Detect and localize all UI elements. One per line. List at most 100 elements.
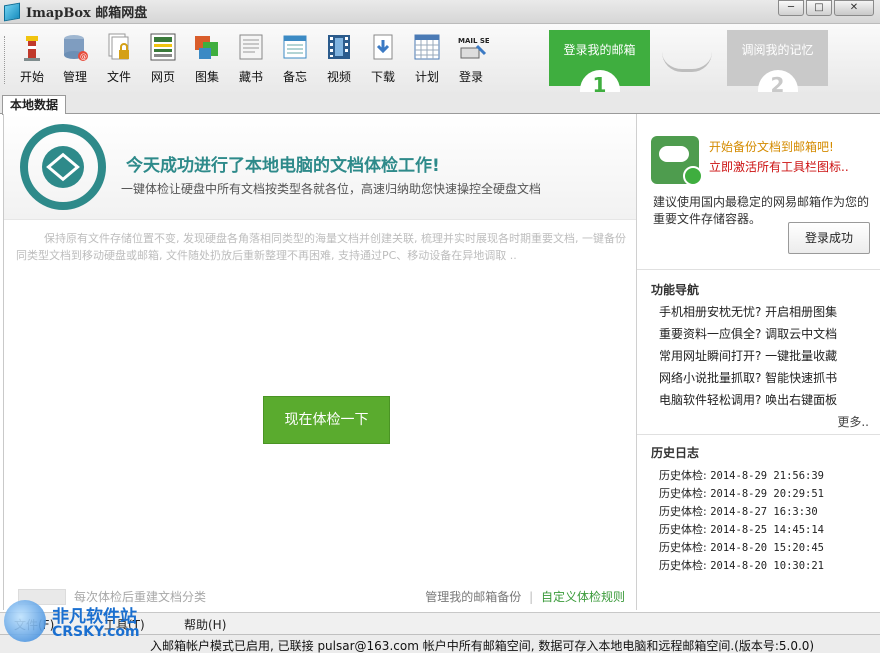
nav-item[interactable]: 手机相册安枕无忧? 开启相册图集 — [659, 303, 837, 320]
cloud-backup-icon — [651, 136, 703, 186]
function-nav-section: 功能导航 手机相册安枕无忧? 开启相册图集 重要资料一应俱全? 调取云中文档 常… — [637, 271, 880, 435]
feature-description: 保持原有文件存储位置不变, 发现硬盘各角落相同类型的海量文档并创建关联, 梳理并… — [16, 232, 626, 262]
step-login-mailbox-button[interactable]: 登录我的邮箱 1 — [549, 30, 650, 96]
history-label: 历史体检: — [659, 541, 707, 554]
close-button[interactable]: ✕ — [834, 0, 874, 16]
dropbox-sync-icon — [20, 124, 106, 210]
toolbar-login-button[interactable]: MAIL SERVER 登录 — [451, 32, 511, 85]
status-text: 入邮箱帐户模式已启用, 已联接 pulsar@163.com 帐户中所有邮箱空间… — [150, 639, 815, 653]
toolbar-video-label: 视频 — [326, 70, 351, 84]
step-view-memory-button[interactable]: 调阅我的记忆 2 — [727, 30, 828, 96]
hero-banner: 今天成功进行了本地电脑的文档体检工作! 一键体检让硬盘中所有文档按类型各就各位，… — [4, 114, 636, 220]
title-bar: ImapBox 邮箱网盘 ─ □ ✕ — [0, 0, 880, 24]
history-label: 历史体检: — [659, 523, 707, 536]
memo-icon — [281, 32, 309, 62]
manage-backup-link[interactable]: 管理我的邮箱备份 — [425, 590, 521, 604]
watermark-line-2: CRSKY.com — [52, 624, 140, 640]
app-logo-icon — [4, 2, 20, 21]
history-item[interactable]: 历史体检: 2014-8-27 16:3:30 — [659, 503, 818, 519]
history-time: 2014-8-25 14:45:14 — [710, 524, 825, 536]
bottom-links: 管理我的邮箱备份 | 自定义体检规则 — [425, 588, 625, 605]
more-link[interactable]: 更多.. — [837, 413, 869, 430]
nav-item[interactable]: 重要资料一应俱全? 调取云中文档 — [659, 325, 837, 342]
history-log-title: 历史日志 — [651, 446, 700, 460]
link-separator: | — [529, 590, 534, 604]
history-label: 历史体检: — [659, 505, 707, 518]
step-login-mailbox-label: 登录我的邮箱 — [563, 43, 636, 57]
step-view-memory-label: 调阅我的记忆 — [741, 43, 814, 57]
book-icon — [237, 32, 265, 62]
function-nav-title: 功能导航 — [651, 283, 700, 297]
watermark-logo-icon — [4, 600, 46, 642]
toolbar-download-label: 下载 — [370, 70, 395, 84]
mail-server-text: MAIL SERVER — [458, 37, 489, 45]
login-success-button[interactable]: 登录成功 — [788, 222, 870, 254]
window-controls: ─ □ ✕ — [776, 0, 874, 16]
history-time: 2014-8-20 10:30:21 — [710, 560, 825, 572]
promo-section: 开始备份文档到邮箱吧! 立即激活所有工具栏图标.. 建议使用国内最稳定的网易邮箱… — [637, 114, 880, 270]
history-label: 历史体检: — [659, 559, 707, 572]
webpage-icon — [149, 32, 177, 62]
toolbar-gallery-button[interactable]: 图集 — [187, 32, 227, 85]
nav-item[interactable]: 电脑软件轻松调用? 唤出右键面板 — [659, 391, 837, 408]
history-time: 2014-8-20 15:20:45 — [710, 542, 825, 554]
history-time: 2014-8-29 21:56:39 — [710, 470, 825, 482]
mail-server-icon: MAIL SERVER — [457, 32, 511, 62]
toolbar-start-label: 开始 — [19, 70, 44, 84]
toolbar-memo-button[interactable]: 备忘 — [275, 32, 315, 85]
menu-help[interactable]: 帮助(H) — [184, 616, 226, 633]
check-icon — [683, 166, 703, 186]
gallery-icon — [193, 32, 221, 62]
history-item[interactable]: 历史体检: 2014-8-20 15:20:45 — [659, 539, 824, 555]
file-lock-icon — [105, 32, 133, 62]
toolbar-manage-label: 管理 — [62, 70, 87, 84]
toolbar-gallery-label: 图集 — [194, 70, 219, 84]
toolbar-grip[interactable] — [4, 36, 7, 84]
site-watermark: 非凡软件站 CRSKY.com — [0, 594, 160, 652]
toolbar-start-button[interactable]: 开始 — [12, 32, 52, 85]
maximize-button[interactable]: □ — [806, 0, 832, 16]
app-title: ImapBox 邮箱网盘 — [26, 6, 148, 21]
toolbar-webpage-button[interactable]: 网页 — [143, 32, 183, 85]
tab-strip: 本地数据 — [0, 92, 880, 115]
toolbar-webpage-label: 网页 — [150, 70, 175, 84]
promo-line-1[interactable]: 开始备份文档到邮箱吧! — [709, 138, 834, 155]
custom-rules-link[interactable]: 自定义体检规则 — [541, 590, 625, 604]
nav-item[interactable]: 网络小说批量抓取? 智能快速抓书 — [659, 369, 837, 386]
nav-item[interactable]: 常用网址瞬间打开? 一键批量收藏 — [659, 347, 837, 364]
promo-line-2[interactable]: 立即激活所有工具栏图标.. — [709, 158, 849, 175]
history-log-section: 历史日志 历史体检: 2014-8-29 21:56:39 历史体检: 2014… — [637, 436, 880, 610]
history-item[interactable]: 历史体检: 2014-8-20 10:30:21 — [659, 557, 824, 573]
calendar-icon — [413, 32, 441, 62]
history-time: 2014-8-27 16:3:30 — [710, 506, 818, 518]
hero-subtitle: 一键体检让硬盘中所有文档按类型各就各位，高速归纳助您快速操控全硬盘文档 — [121, 182, 542, 196]
download-icon — [369, 32, 397, 62]
toolbar-download-button[interactable]: 下载 — [363, 32, 403, 85]
toolbar-manage-button[interactable]: @ 管理 — [55, 32, 95, 85]
history-item[interactable]: 历史体检: 2014-8-25 14:45:14 — [659, 521, 824, 537]
toolbar-plan-button[interactable]: 计划 — [407, 32, 447, 85]
toolbar-book-label: 藏书 — [238, 70, 263, 84]
history-label: 历史体检: — [659, 469, 707, 482]
history-time: 2014-8-29 20:29:51 — [710, 488, 825, 500]
hero-title: 今天成功进行了本地电脑的文档体检工作! — [126, 156, 440, 176]
toolbar-video-button[interactable]: 视频 — [319, 32, 359, 85]
toolbar-book-button[interactable]: 藏书 — [231, 32, 271, 85]
svg-text:@: @ — [80, 53, 87, 61]
history-item[interactable]: 历史体检: 2014-8-29 21:56:39 — [659, 467, 824, 483]
lighthouse-icon — [18, 32, 46, 62]
toolbar-login-label: 登录 — [458, 70, 483, 84]
toolbar-memo-label: 备忘 — [282, 70, 307, 84]
tab-local-data[interactable]: 本地数据 — [2, 95, 67, 115]
history-item[interactable]: 历史体检: 2014-8-29 20:29:51 — [659, 485, 824, 501]
main-panel: 今天成功进行了本地电脑的文档体检工作! 一键体检让硬盘中所有文档按类型各就各位，… — [3, 114, 636, 610]
toolbar-plan-label: 计划 — [414, 70, 439, 84]
check-now-button[interactable]: 现在体检一下 — [263, 396, 390, 444]
toolbar-file-button[interactable]: 文件 — [99, 32, 139, 85]
database-icon: @ — [61, 32, 89, 62]
minimize-button[interactable]: ─ — [778, 0, 804, 16]
side-panel: 开始备份文档到邮箱吧! 立即激活所有工具栏图标.. 建议使用国内最稳定的网易邮箱… — [636, 114, 880, 610]
toolbar-file-label: 文件 — [106, 70, 131, 84]
video-icon — [325, 32, 353, 62]
history-label: 历史体检: — [659, 487, 707, 500]
